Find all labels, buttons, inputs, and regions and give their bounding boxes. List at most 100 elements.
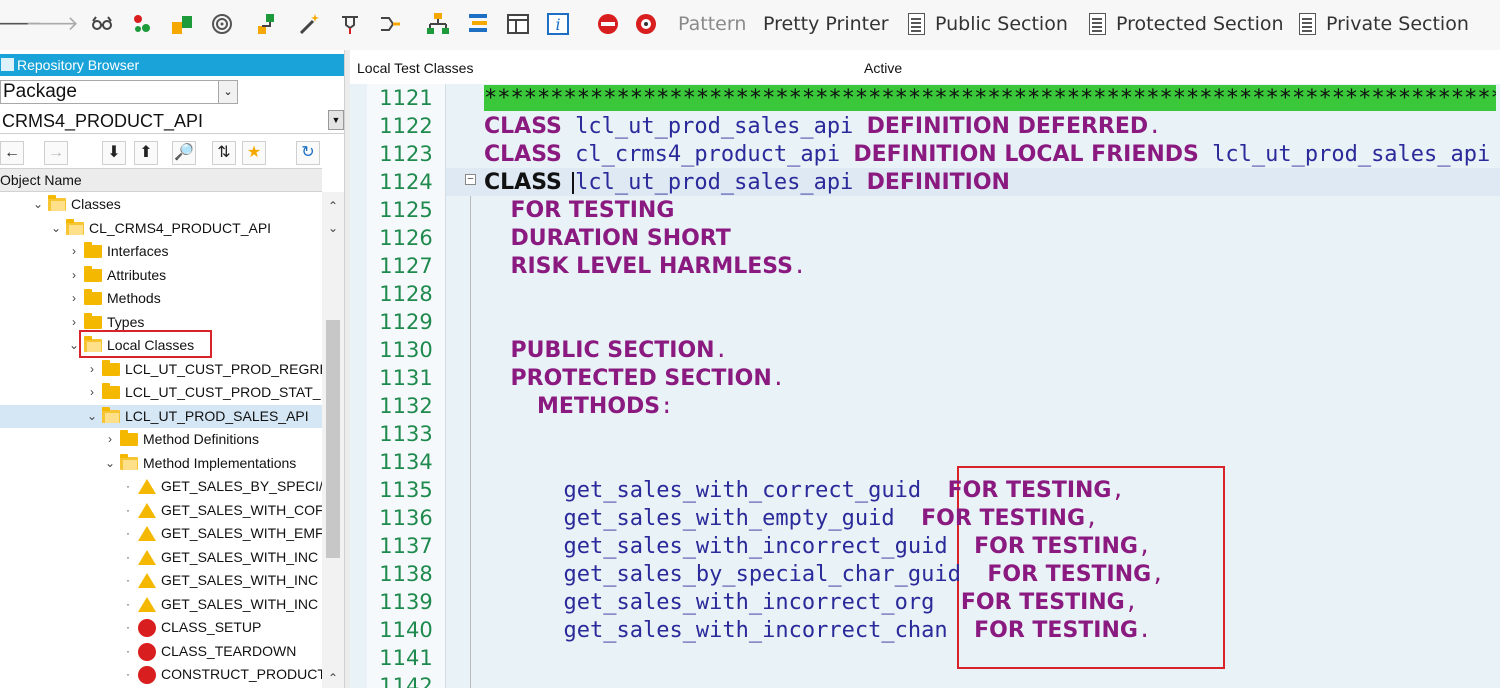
chevron-right-icon[interactable]: › [68,264,80,287]
sort-icon[interactable]: ⇅ [212,141,236,165]
chevron-right-icon[interactable]: › [86,358,98,381]
tree-item-label: Classes [71,196,121,212]
debug-icon[interactable] [634,12,658,36]
tree-item[interactable]: · CLASS_TEARDOWN [0,640,322,663]
scroll-up-icon[interactable]: ⌃ [322,196,344,216]
target-icon[interactable] [210,12,234,36]
tree-item[interactable]: · CONSTRUCT_PRODUCT [0,663,322,686]
expand-all-icon[interactable]: ⬆ [134,141,158,165]
tree-item[interactable]: › Methods [0,287,322,310]
tree-item[interactable]: › LCL_UT_CUST_PROD_STAT_ [0,381,322,404]
binoculars-icon[interactable]: 🔎 [172,141,196,165]
tree-item[interactable]: › Attributes [0,264,322,287]
tree-item[interactable]: ⌄ CL_CRMS4_PRODUCT_API [0,217,322,240]
chevron-right-icon[interactable]: › [68,287,80,310]
code-token: , [1085,506,1099,531]
dropdown-icon[interactable]: ▼ [328,110,344,130]
chevron-down-icon[interactable]: ⌄ [68,334,80,357]
chevron-down-icon[interactable]: ⌄ [104,452,116,475]
chevron-down-icon[interactable]: ⌄ [32,193,44,216]
chevron-right-icon[interactable]: › [104,428,116,451]
collapse-all-icon[interactable]: ⬇ [102,141,126,165]
chevron-right-icon[interactable]: › [68,311,80,334]
tree-item[interactable]: · GET_SALES_WITH_INC [0,546,322,569]
object-type-select[interactable]: Package ⌄ [0,80,238,104]
scrollbar-thumb[interactable] [326,320,340,558]
scroll-up-icon[interactable]: ⌃ [322,668,344,688]
code-token: , [1111,478,1125,503]
tree-item[interactable]: · GET_SALES_WITH_COF [0,499,322,522]
stop-debug-icon[interactable] [596,12,620,36]
code-identifier: get_sales_with_incorrect_org [563,590,935,615]
objects-icon[interactable] [130,12,154,36]
code-editor[interactable]: ****************************************… [350,84,1500,688]
chevron-down-icon[interactable]: ⌄ [86,405,98,428]
scroll-down-icon[interactable]: ⌄ [322,218,344,238]
branch-icon[interactable] [378,12,402,36]
tree-item-label: CLASS_TEARDOWN [161,642,297,659]
tree-item-label: Types [107,313,145,330]
tree-item[interactable]: ⌄ LCL_UT_PROD_SALES_API [0,404,322,428]
fold-guide [470,196,471,688]
tree-structure-icon[interactable] [426,12,450,36]
code-token: . [792,254,807,279]
code-identifier: lcl_ut_prod_sales_api [575,114,854,139]
tree-item[interactable]: · GET_SALES_BY_SPECI/ [0,475,322,498]
chevron-right-icon[interactable]: › [86,381,98,404]
pattern-button[interactable]: Pattern [678,13,746,35]
chevron-right-icon[interactable]: › [68,240,80,263]
code-line: get_sales_with_empty_guid FOR TESTING, [484,505,1098,533]
tree-item-label: GET_SALES_WITH_EMF [161,525,322,541]
previous-object-icon[interactable]: ← [0,141,24,165]
collapse-block-icon[interactable]: − [465,174,476,185]
glasses-icon[interactable] [90,12,114,36]
hierarchy-icon[interactable] [256,12,280,36]
code-line: get_sales_with_correct_guid FOR TESTING, [484,477,1125,505]
code-line: get_sales_by_special_char_guid FOR TESTI… [484,561,1164,589]
code-line: CLASS cl_crms4_product_api DEFINITION LO… [484,141,1490,169]
tree-item[interactable]: · CLASS_SETUP [0,616,322,639]
chevron-down-icon[interactable]: ⌄ [50,217,62,240]
tree-item-label: LCL_UT_CUST_PROD_REGRE [125,360,322,377]
protected-section-button[interactable]: Protected Section [1116,13,1284,35]
next-object-icon[interactable]: → [44,141,68,165]
public-section-button[interactable]: Public Section [935,13,1068,35]
tree-item[interactable]: ⌄ Local Classes [0,334,322,357]
code-line: CLASS lcl_ut_prod_sales_api DEFINITION D… [484,113,1161,141]
code-token: . [771,366,785,391]
tree-item[interactable]: · GET_SALES_WITH_INC [0,569,322,592]
tree-item[interactable]: ⌄ Method Implementations [0,452,322,475]
package-name-field[interactable]: CRMS4_PRODUCT_API ▼ [0,108,344,134]
bullet-icon: · [126,667,130,681]
tree-item[interactable]: › LCL_UT_CUST_PROD_REGRE [0,358,322,381]
magic-wand-icon[interactable] [298,12,322,36]
info-icon[interactable]: i [546,12,570,36]
pin-icon[interactable] [338,12,362,36]
line-number: 1126 [379,226,433,250]
folder-open-icon [84,336,102,352]
transport-icon[interactable] [170,12,194,36]
document-icon [1299,13,1316,35]
code-identifier: cl_crms4_product_api [575,142,841,167]
tree-item[interactable]: › Interfaces [0,240,322,263]
tree-item[interactable]: · GET_SALES_WITH_EMF [0,522,322,545]
list-structure-icon[interactable] [466,12,490,36]
tree-item[interactable]: ⌄ Classes [0,193,322,216]
favorites-star-icon[interactable]: ★ [242,141,266,165]
tree-scrollbar[interactable]: ⌃ ⌄ ⌃ [322,192,344,688]
tree-item[interactable]: › Types [0,311,322,334]
tree-item[interactable]: · GET_SALES_WITH_INC [0,593,322,616]
tree-item[interactable]: › Method Definitions [0,428,322,451]
forward-arrow-icon[interactable]: 🡒 [25,12,79,36]
code-keyword: PROTECTED SECTION [510,366,772,391]
chevron-down-icon[interactable]: ⌄ [218,81,237,103]
private-section-button[interactable]: Private Section [1326,13,1469,35]
pretty-printer-button[interactable]: Pretty Printer [763,13,889,35]
window-icon[interactable] [506,12,530,36]
refresh-icon[interactable]: ↻ [296,141,320,165]
